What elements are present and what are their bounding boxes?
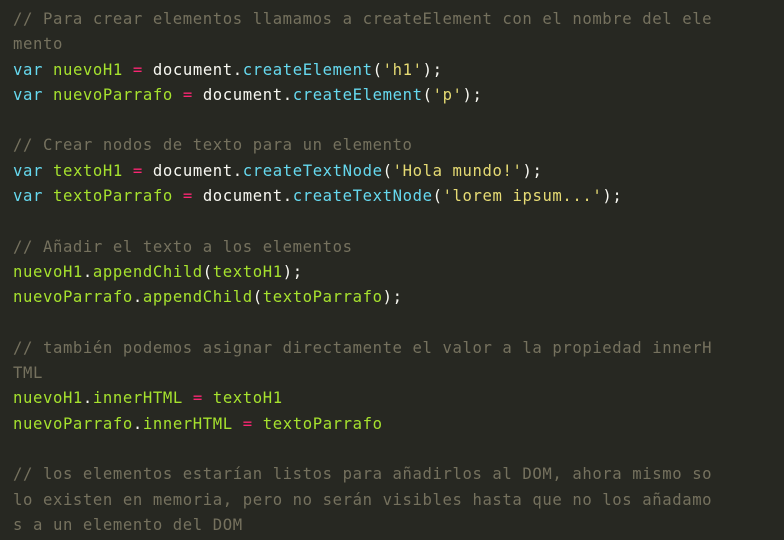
code-token-op: = <box>242 414 253 433</box>
code-token-keyword: var <box>13 85 43 104</box>
code-token-var: nuevoH1 <box>52 60 123 79</box>
code-token-plain: . <box>132 414 143 433</box>
code-token-var: nuevoH1 <box>13 389 83 408</box>
code-token-method: createTextNode <box>242 161 383 180</box>
code-token-plain: document. <box>142 161 243 180</box>
code-line: // Añadir el texto a los elementos <box>13 235 771 260</box>
code-token-var: innerHTML <box>142 414 233 433</box>
code-token-keyword: var <box>13 60 43 79</box>
code-line: var textoH1 = document.createTextNode('H… <box>13 159 771 184</box>
code-token-plain: ); <box>422 60 443 79</box>
code-token-string: 'h1' <box>382 60 423 79</box>
code-token-string: 'Hola mundo!' <box>392 161 523 180</box>
code-line: s a un elemento del DOM <box>13 513 771 538</box>
code-token-keyword: var <box>13 161 43 180</box>
code-token-var: appendChild <box>92 262 203 281</box>
code-token-string: 'p' <box>432 85 463 104</box>
code-token-comment: // los elementos estarían listos para añ… <box>13 465 713 484</box>
code-token-plain: . <box>132 288 143 307</box>
code-token-op: = <box>132 60 143 79</box>
code-token-var: nuevoH1 <box>13 262 83 281</box>
code-token-var: textoH1 <box>52 161 123 180</box>
code-token-plain: ); <box>602 187 623 206</box>
code-line: nuevoParrafo.appendChild(textoParrafo); <box>13 285 771 310</box>
code-token-var: appendChild <box>142 288 253 307</box>
code-token-method: createElement <box>242 60 373 79</box>
code-token-string: 'lorem ipsum...' <box>442 187 603 206</box>
code-token-comment: lo existen en memoria, pero no serán vis… <box>13 490 713 509</box>
code-token-plain: . <box>82 389 93 408</box>
code-token-keyword: var <box>13 187 43 206</box>
code-token-op: = <box>132 161 143 180</box>
code-token-plain: ( <box>372 60 383 79</box>
code-token-plain: document. <box>142 60 243 79</box>
code-token-plain: ); <box>522 161 543 180</box>
code-line: TML <box>13 361 771 386</box>
code-line: nuevoParrafo.innerHTML = textoParrafo <box>13 412 771 437</box>
code-token-plain: ); <box>382 288 403 307</box>
code-token-plain: ( <box>432 187 443 206</box>
code-token-comment: // Crear nodos de texto para un elemento <box>13 136 413 155</box>
code-token-method: createElement <box>292 85 423 104</box>
code-token-method: createTextNode <box>292 187 433 206</box>
code-line: // Crear nodos de texto para un elemento <box>13 133 771 158</box>
code-token-comment: mento <box>13 35 63 54</box>
code-token-comment: // Añadir el texto a los elementos <box>13 237 353 256</box>
code-token-var: nuevoParrafo <box>52 85 173 104</box>
code-token-var: textoParrafo <box>262 288 383 307</box>
code-line: // los elementos estarían listos para añ… <box>13 462 771 487</box>
code-token-var: textoH1 <box>212 262 283 281</box>
code-token-op: = <box>182 187 193 206</box>
code-block: // Para crear elementos llamamos a creat… <box>0 0 784 540</box>
code-token-comment: // Para crear elementos llamamos a creat… <box>13 10 713 28</box>
code-token-var: nuevoParrafo <box>13 288 133 307</box>
code-line: var textoParrafo = document.createTextNo… <box>13 184 771 209</box>
code-token-plain: . <box>82 262 93 281</box>
code-token-plain: ); <box>462 85 483 104</box>
code-token-var: textoParrafo <box>52 187 173 206</box>
code-token-comment: s a un elemento del DOM <box>13 515 243 534</box>
code-line: var nuevoParrafo = document.createElemen… <box>13 83 771 108</box>
code-token-plain: ( <box>252 288 263 307</box>
code-token-plain: ( <box>422 85 433 104</box>
code-token-var: innerHTML <box>92 389 183 408</box>
code-line: // también podemos asignar directamente … <box>13 336 771 361</box>
code-line: var nuevoH1 = document.createElement('h1… <box>13 58 771 83</box>
code-token-var: textoH1 <box>212 389 283 408</box>
code-token-plain: ); <box>282 262 303 281</box>
code-token-comment: TML <box>13 364 43 383</box>
code-line: // Para crear elementos llamamos a creat… <box>13 7 771 32</box>
code-token-op: = <box>192 389 203 408</box>
code-line: lo existen en memoria, pero no serán vis… <box>13 488 771 513</box>
code-token-comment: // también podemos asignar directamente … <box>13 338 713 357</box>
code-line: nuevoH1.innerHTML = textoH1 <box>13 386 771 411</box>
code-line: mento <box>13 32 771 57</box>
code-line: nuevoH1.appendChild(textoH1); <box>13 260 771 285</box>
code-token-plain: document. <box>192 187 293 206</box>
code-token-op: = <box>182 85 193 104</box>
code-token-plain: ( <box>202 262 213 281</box>
code-token-var: textoParrafo <box>262 414 383 433</box>
code-token-plain: document. <box>192 85 293 104</box>
code-token-var: nuevoParrafo <box>13 414 133 433</box>
code-token-plain: ( <box>382 161 393 180</box>
